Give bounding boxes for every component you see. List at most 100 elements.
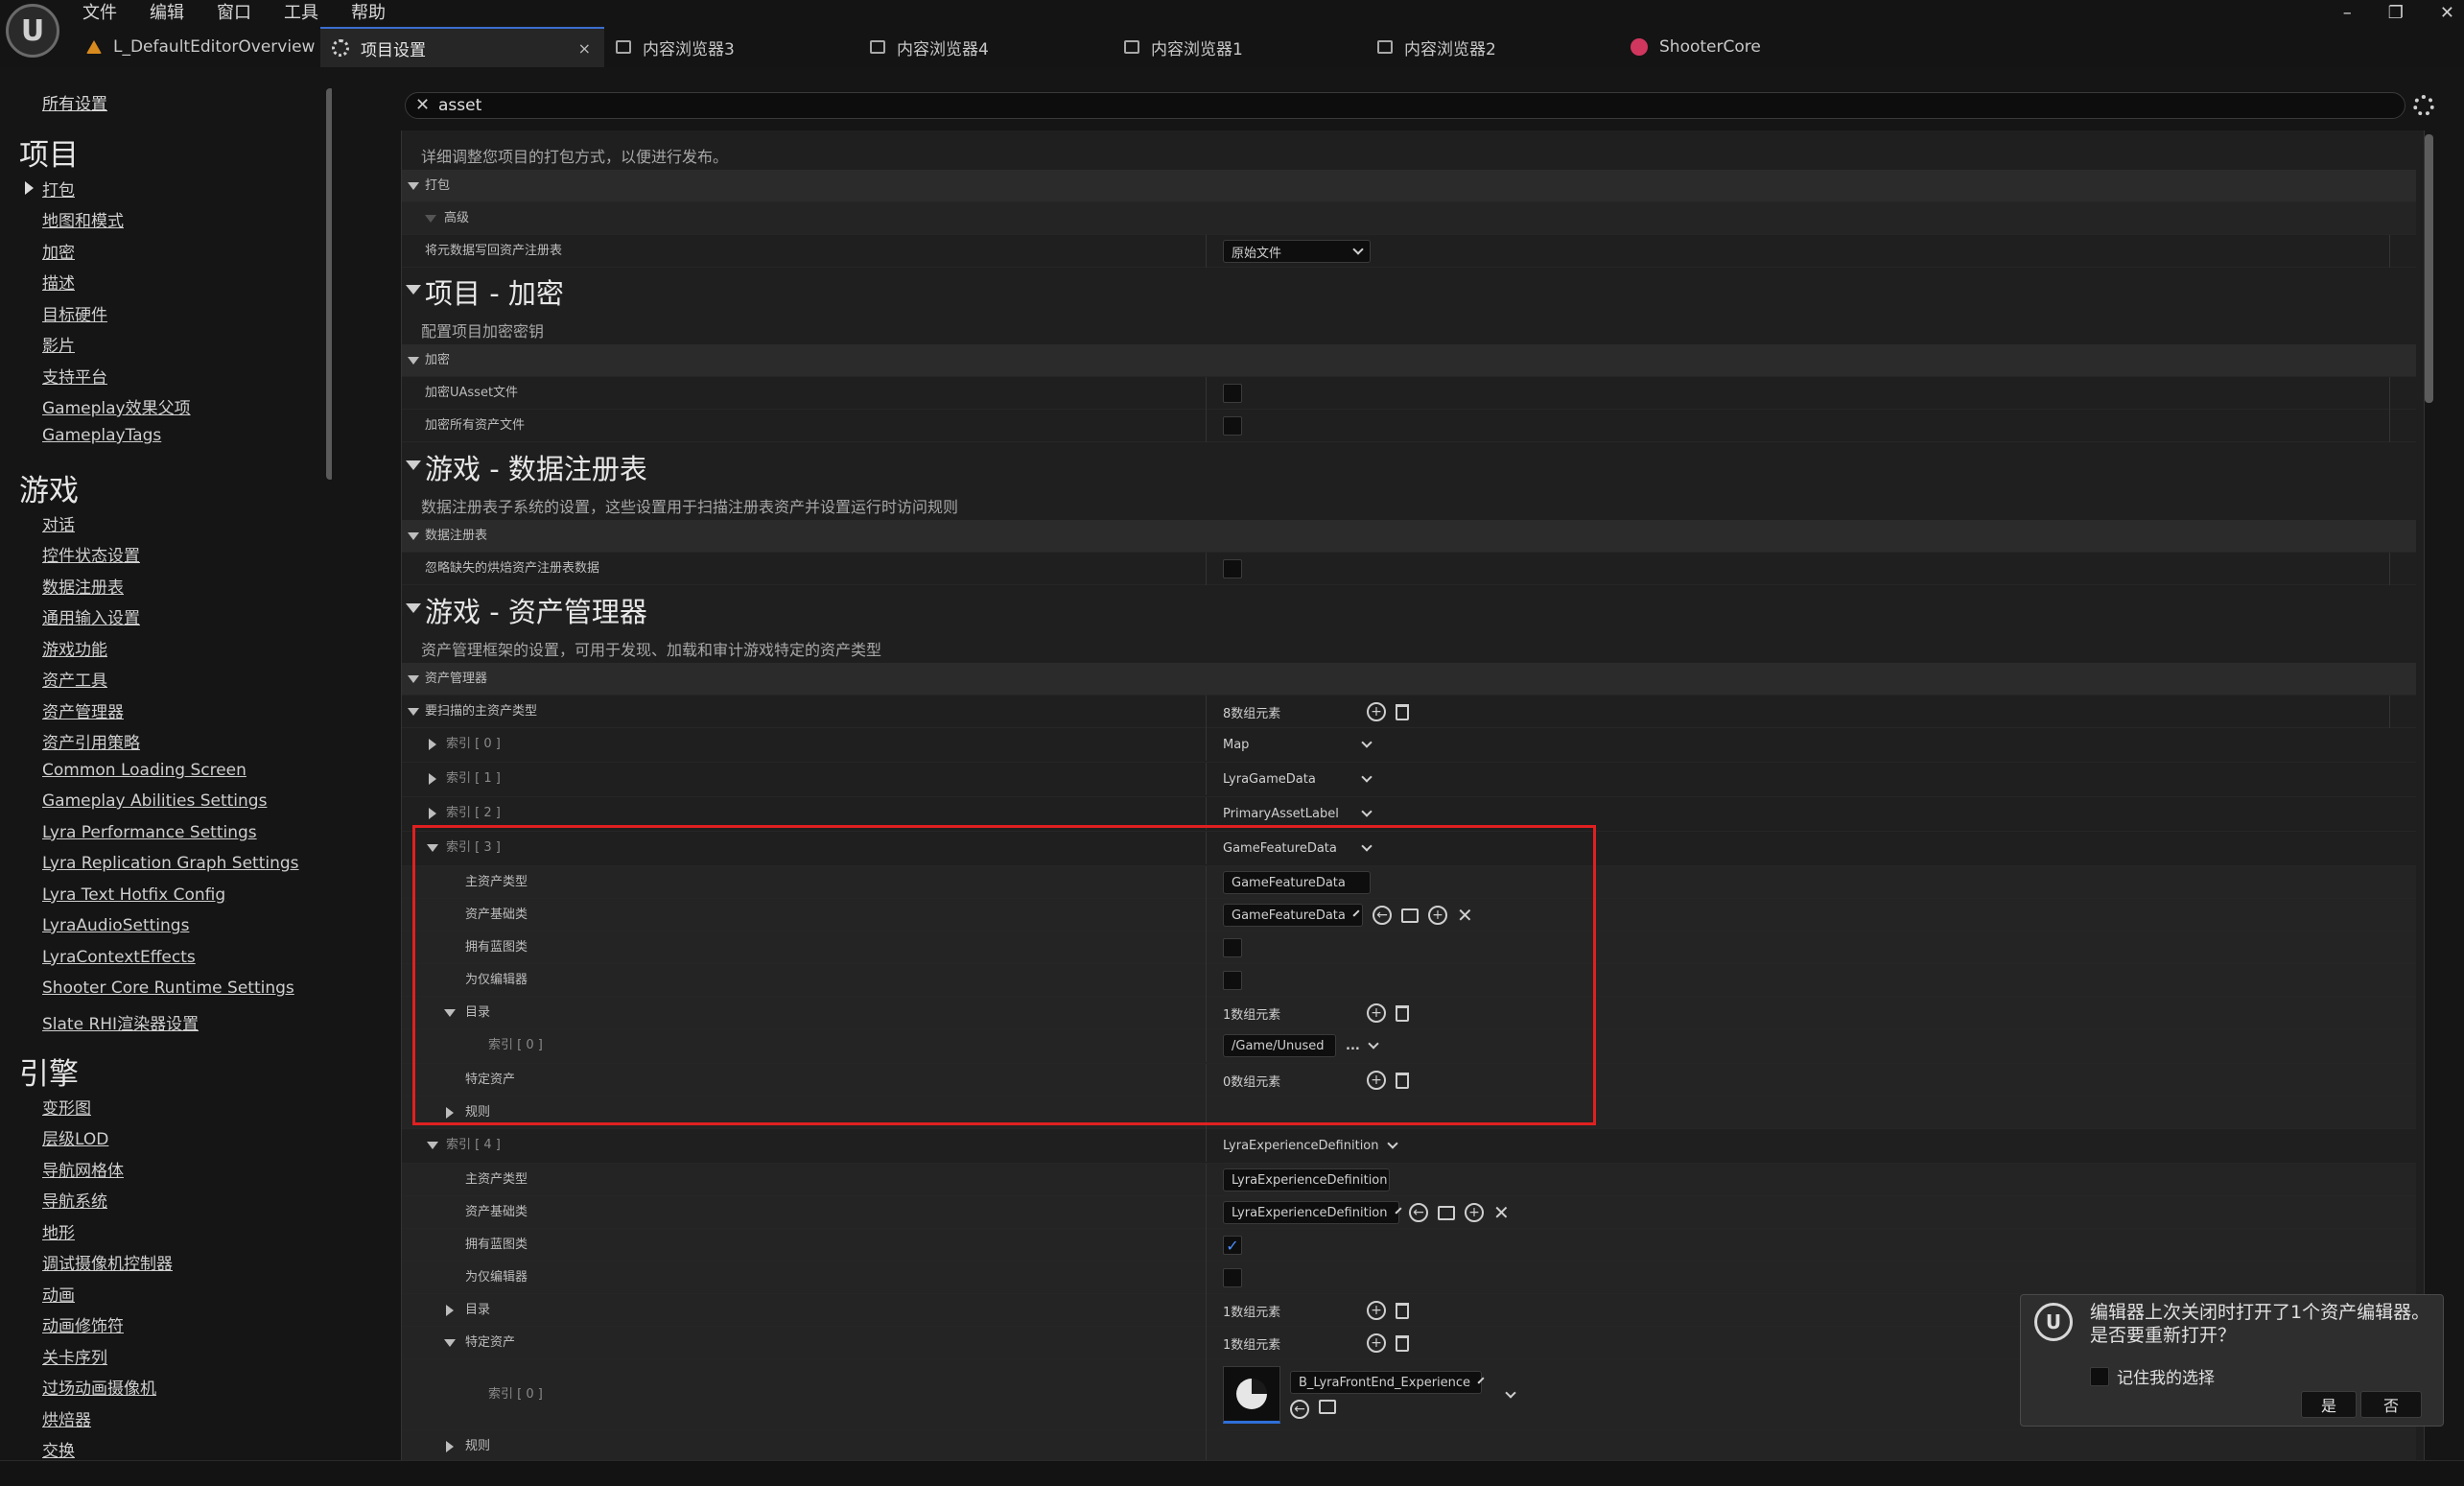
clear-icon[interactable]: ✕ — [1457, 906, 1473, 925]
sidebar-item-maps-modes[interactable]: 地图和模式 — [42, 207, 124, 231]
encrypt-uasset-checkbox[interactable] — [1223, 384, 1242, 403]
no-button[interactable]: 否 — [2360, 1391, 2422, 1418]
chevron-down-icon[interactable] — [1361, 770, 1373, 783]
primary-asset-type-input[interactable]: LyraExperienceDefinition — [1223, 1168, 1390, 1191]
sidebar-item-game-features[interactable]: 游戏功能 — [42, 636, 107, 660]
add-icon[interactable]: + — [1465, 1203, 1484, 1222]
clear-search-icon[interactable]: ✕ — [415, 95, 430, 115]
sidebar-item-common-loading-screen[interactable]: Common Loading Screen — [42, 761, 246, 780]
sidebar-item-gameplay-effect-parents[interactable]: Gameplay效果父项 — [42, 394, 191, 418]
sidebar-item-hlod[interactable]: 层级LOD — [42, 1125, 108, 1149]
sidebar-item-navmesh[interactable]: 导航网格体 — [42, 1157, 124, 1181]
sidebar-item-nav-system[interactable]: 导航系统 — [42, 1188, 107, 1212]
chevron-down-icon[interactable] — [1361, 736, 1373, 748]
sidebar-item-morph[interactable]: 变形图 — [42, 1095, 91, 1119]
sidebar-item-cooker[interactable]: 烘焙器 — [42, 1406, 91, 1430]
sidebar-all-settings[interactable]: 所有设置 — [42, 90, 107, 114]
gear-icon[interactable] — [2413, 95, 2434, 116]
primary-asset-types-row[interactable]: 要扫描的主资产类型 8数组元素 + — [402, 696, 2416, 728]
sidebar-item-data-registry[interactable]: 数据注册表 — [42, 574, 124, 598]
sidebar-item-lyra-audio[interactable]: LyraAudioSettings — [42, 916, 189, 935]
sidebar-item-target-hardware[interactable]: 目标硬件 — [42, 301, 107, 325]
close-icon[interactable]: × — [578, 39, 591, 58]
sidebar-item-asset-manager[interactable]: 资产管理器 — [42, 698, 124, 722]
array-index-row[interactable]: 索引 [ 0 ] Map — [402, 728, 2416, 763]
menu-help[interactable]: 帮助 — [351, 0, 386, 27]
add-element-icon[interactable]: + — [1367, 1003, 1386, 1023]
tab-content-browser-2[interactable]: 内容浏览器2 — [1366, 27, 1619, 67]
sidebar-item-shooter-core-runtime[interactable]: Shooter Core Runtime Settings — [42, 979, 294, 998]
add-element-icon[interactable]: + — [1367, 1071, 1386, 1090]
browse-path-button[interactable]: ... — [1346, 1039, 1360, 1053]
sidebar-item-lyra-performance[interactable]: Lyra Performance Settings — [42, 823, 257, 842]
tab-content-browser-3[interactable]: 内容浏览器3 — [604, 27, 858, 67]
add-element-icon[interactable]: + — [1367, 702, 1386, 721]
array-index-row[interactable]: 索引 [ 4 ] LyraExperienceDefinition — [402, 1129, 2416, 1164]
sidebar-item-landscape[interactable]: 地形 — [42, 1219, 75, 1243]
chevron-down-icon[interactable] — [1505, 1386, 1516, 1399]
sidebar-item-description[interactable]: 描述 — [42, 270, 75, 294]
sidebar-item-asset-tools[interactable]: 资产工具 — [42, 667, 107, 691]
category-asset-manager[interactable]: 资产管理器 — [402, 663, 2416, 696]
close-window-icon[interactable]: ✕ — [2440, 0, 2454, 27]
details-scrollbar[interactable] — [2425, 134, 2433, 403]
search-input[interactable] — [438, 93, 2261, 118]
menu-tools[interactable]: 工具 — [284, 0, 318, 27]
asset-base-class-dropdown[interactable]: GameFeatureData — [1223, 904, 1363, 927]
write-metadata-dropdown[interactable]: 原始文件 — [1223, 240, 1371, 263]
sidebar-item-platforms[interactable]: 支持平台 — [42, 364, 107, 388]
editor-only-checkbox[interactable] — [1223, 1268, 1242, 1287]
trash-icon[interactable] — [1396, 703, 1409, 720]
sidebar-item-dialogue[interactable]: 对话 — [42, 511, 75, 535]
sidebar-item-encryption[interactable]: 加密 — [42, 239, 75, 263]
ignore-missing-registry-checkbox[interactable] — [1223, 559, 1242, 578]
clear-icon[interactable]: ✕ — [1493, 1203, 1510, 1222]
browse-icon[interactable] — [1319, 1400, 1336, 1414]
remember-choice[interactable]: 记住我的选择 — [2090, 1364, 2215, 1388]
array-index-row[interactable]: 索引 [ 1 ] LyraGameData — [402, 763, 2416, 797]
menu-file[interactable]: 文件 — [82, 0, 117, 27]
add-element-icon[interactable]: + — [1367, 1333, 1386, 1353]
editor-only-checkbox[interactable] — [1223, 971, 1242, 990]
sidebar-item-anim-modifiers[interactable]: 动画修饰符 — [42, 1312, 124, 1336]
trash-icon[interactable] — [1396, 1072, 1409, 1089]
subcategory-advanced[interactable]: 高级 — [402, 202, 2416, 235]
chevron-down-icon[interactable] — [1368, 1037, 1379, 1050]
sidebar-item-cine-camera[interactable]: 过场动画摄像机 — [42, 1375, 156, 1399]
tab-content-browser-4[interactable]: 内容浏览器4 — [858, 27, 1113, 67]
array-index-row[interactable]: 索引 [ 3 ] GameFeatureData — [402, 832, 2416, 866]
tab-level[interactable]: L_DefaultEditorOverview — [75, 27, 320, 67]
has-blueprint-classes-checkbox[interactable]: ✓ — [1223, 1236, 1242, 1255]
rules-row[interactable]: 规则 — [402, 1430, 2416, 1460]
remember-choice-checkbox[interactable] — [2090, 1366, 2109, 1386]
category-packaging[interactable]: 打包 — [402, 170, 2416, 202]
asset-base-class-dropdown[interactable]: LyraExperienceDefinition — [1223, 1201, 1402, 1224]
category-encryption[interactable]: 加密 — [402, 344, 2416, 377]
sidebar-item-lyra-context-effects[interactable]: LyraContextEffects — [42, 948, 196, 967]
sidebar-item-widget-state[interactable]: 控件状态设置 — [42, 542, 140, 566]
category-data-registry[interactable]: 数据注册表 — [402, 520, 2416, 553]
restore-icon[interactable]: ❐ — [2388, 0, 2404, 27]
browse-icon[interactable] — [1438, 1205, 1455, 1220]
sidebar-item-slate-rhi[interactable]: Slate RHI渲染器设置 — [42, 1010, 199, 1034]
array-index-row[interactable]: 索引 [ 2 ] PrimaryAssetLabel — [402, 797, 2416, 832]
sidebar-item-packaging[interactable]: 打包 — [42, 177, 75, 200]
sidebar-item-lyra-replication-graph[interactable]: Lyra Replication Graph Settings — [42, 854, 299, 873]
has-blueprint-classes-checkbox[interactable] — [1223, 938, 1242, 957]
minimize-icon[interactable]: – — [2343, 0, 2352, 27]
tab-shootercore[interactable]: ShooterCore — [1619, 27, 1811, 67]
yes-button[interactable]: 是 — [2301, 1391, 2357, 1418]
unreal-logo-icon[interactable]: U — [6, 4, 59, 58]
menu-window[interactable]: 窗口 — [217, 0, 251, 27]
trash-icon[interactable] — [1396, 1302, 1409, 1319]
rules-row[interactable]: 规则 — [402, 1097, 2416, 1129]
sidebar-item-level-sequence[interactable]: 关卡序列 — [42, 1344, 107, 1368]
collapse-arrow-icon[interactable] — [406, 603, 421, 613]
sidebar-item-debug-camera[interactable]: 调试摄像机控制器 — [42, 1250, 173, 1274]
trash-icon[interactable] — [1396, 1004, 1409, 1022]
asset-picker-dropdown[interactable]: B_LyraFrontEnd_Experience — [1290, 1371, 1485, 1394]
tab-project-settings[interactable]: 项目设置 × — [320, 27, 604, 67]
browse-icon[interactable] — [1401, 908, 1419, 923]
sidebar-item-movies[interactable]: 影片 — [42, 332, 75, 356]
use-selected-icon[interactable]: ← — [1373, 906, 1392, 925]
